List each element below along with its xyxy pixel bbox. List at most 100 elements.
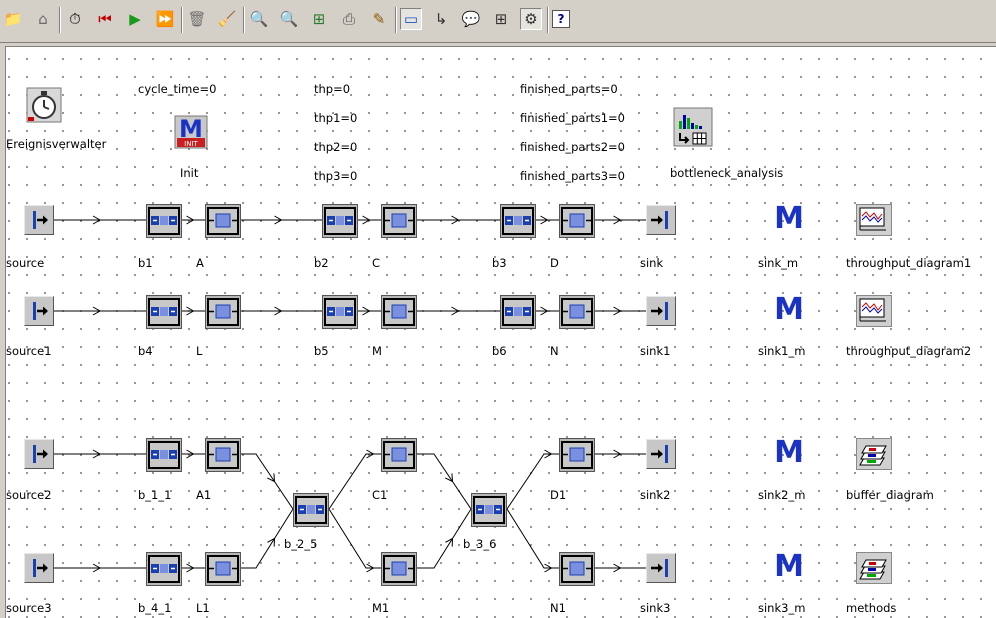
method-sink3-m-label: sink3_m <box>758 601 806 615</box>
buffer-b3-icon[interactable] <box>500 204 536 238</box>
delete-icon[interactable]: 🗑 <box>186 8 208 30</box>
sink1-label: sink1 <box>640 344 671 358</box>
method-sink3-m-icon[interactable]: M <box>772 552 806 582</box>
throughput-diagram2-label: throughput_diagram2 <box>846 344 972 358</box>
home-icon[interactable]: ⌂ <box>32 8 54 30</box>
reset-icon[interactable]: ⏮ <box>94 8 116 30</box>
init-method-icon[interactable]: M INIT <box>174 115 208 149</box>
cycle-time-variable[interactable]: cycle_time=0 <box>138 82 216 96</box>
print-icon[interactable]: ⎙ <box>338 8 360 30</box>
comment-icon[interactable]: 💬 <box>460 8 482 30</box>
layout-icon[interactable]: ⊞ <box>308 8 330 30</box>
methods-label: methods <box>846 601 897 615</box>
station-l-label: L <box>196 344 203 358</box>
station-l-icon[interactable] <box>205 295 241 329</box>
buffer-b6-label: b6 <box>492 344 507 358</box>
toolbar: 📁 ⌂ ⏱ ⏮ ▶ ⏩ 🗑 🧹 🔍 🔍 ⊞ ⎙ ✎ ▭ ↳ 💬 ⊞ ⚙ ? <box>0 0 996 43</box>
station-m-label: M <box>372 344 382 358</box>
station-n-label: N <box>550 344 559 358</box>
connector-icon[interactable]: ↳ <box>430 8 452 30</box>
method-sink2-m-icon[interactable]: M <box>772 438 806 468</box>
source-icon[interactable] <box>24 205 54 235</box>
buffer-b-3-6-label: b_3_6 <box>463 537 497 551</box>
zoom-out-icon[interactable]: 🔍 <box>278 8 300 30</box>
sink2-icon[interactable] <box>646 439 676 469</box>
station-n1-icon[interactable] <box>559 552 595 586</box>
station-m-icon[interactable] <box>381 295 417 329</box>
buffer-b-4-1-label: b_4_1 <box>138 601 172 615</box>
clean-icon[interactable]: 🧹 <box>216 8 238 30</box>
thp3-variable[interactable]: thp3=0 <box>314 169 357 183</box>
buffer-b4-icon[interactable] <box>146 295 182 329</box>
buffer-b-1-1-icon[interactable] <box>146 438 182 472</box>
station-m1-icon[interactable] <box>381 552 417 586</box>
buffer-b-2-5-icon[interactable] <box>293 493 329 527</box>
fast-forward-icon[interactable]: ⏩ <box>154 8 176 30</box>
toolbar-separator <box>243 7 245 33</box>
methods-icon[interactable] <box>856 552 892 584</box>
station-d1-label: D1 <box>550 488 567 502</box>
thp2-variable[interactable]: thp2=0 <box>314 140 357 154</box>
toolbar-separator <box>547 7 549 33</box>
station-n-icon[interactable] <box>559 295 595 329</box>
pencil-icon[interactable]: ✎ <box>368 8 390 30</box>
grid-icon[interactable]: ⊞ <box>490 8 512 30</box>
throughput-diagram2-icon[interactable] <box>856 295 892 327</box>
sink-icon[interactable] <box>646 205 676 235</box>
station-c-icon[interactable] <box>381 204 417 238</box>
source1-icon[interactable] <box>24 296 54 326</box>
sink3-icon[interactable] <box>646 553 676 583</box>
bottleneck-analysis-icon[interactable] <box>673 107 713 147</box>
sink3-label: sink3 <box>640 601 671 615</box>
play-icon[interactable]: ▶ <box>124 8 146 30</box>
buffer-b1-icon[interactable] <box>146 204 182 238</box>
sink1-icon[interactable] <box>646 296 676 326</box>
buffer-diagram-icon[interactable] <box>856 438 892 470</box>
help-icon[interactable]: ? <box>552 10 570 28</box>
buffer-b-4-1-icon[interactable] <box>146 552 182 586</box>
buffer-b1-label: b1 <box>138 256 153 270</box>
init-label: Init <box>180 166 199 180</box>
station-l1-icon[interactable] <box>205 552 241 586</box>
station-c1-icon[interactable] <box>381 438 417 472</box>
finished-parts1-variable[interactable]: finished_parts1=0 <box>520 111 625 125</box>
buffer-b6-icon[interactable] <box>500 295 536 329</box>
connector-line <box>506 508 559 569</box>
connector-line <box>328 508 381 569</box>
station-a-icon[interactable] <box>205 204 241 238</box>
bottleneck-analysis-label: bottleneck_analysis <box>670 166 784 180</box>
clock-icon[interactable]: ⏱ <box>64 8 86 30</box>
method-sink-m-icon[interactable]: M <box>772 204 806 234</box>
zoom-in-icon[interactable]: 🔍 <box>248 8 270 30</box>
finished-parts2-variable[interactable]: finished_parts2=0 <box>520 140 625 154</box>
toolbar-separator <box>181 7 183 33</box>
station-a-label: A <box>196 256 204 270</box>
event-controller-icon[interactable] <box>26 87 62 123</box>
station-c-label: C <box>372 256 381 270</box>
buffer-b5-icon[interactable] <box>322 295 358 329</box>
source-label: source <box>6 256 45 270</box>
event-controller-label: Ereignisverwalter <box>6 137 107 151</box>
throughput-diagram1-icon[interactable] <box>856 204 892 236</box>
station-a1-label: A1 <box>196 488 212 502</box>
finished-parts3-variable[interactable]: finished_parts3=0 <box>520 169 625 183</box>
tools-icon[interactable]: ⚙ <box>520 8 542 30</box>
station-m1-label: M1 <box>372 601 390 615</box>
buffer-b-2-5-label: b_2_5 <box>284 537 318 551</box>
method-sink-m-label: sink_m <box>758 256 799 270</box>
thp-variable[interactable]: thp=0 <box>314 82 350 96</box>
sink2-label: sink2 <box>640 488 671 502</box>
thp1-variable[interactable]: thp1=0 <box>314 111 357 125</box>
station-d-icon[interactable] <box>559 204 595 238</box>
source3-icon[interactable] <box>24 553 54 583</box>
source2-icon[interactable] <box>24 439 54 469</box>
open-folder-icon[interactable]: 📁 <box>2 8 24 30</box>
eraser-icon[interactable]: ▭ <box>400 8 422 30</box>
finished-parts-variable[interactable]: finished_parts=0 <box>520 82 618 96</box>
model-canvas[interactable]: cycle_time=0 thp=0 thp1=0 thp2=0 thp3=0 … <box>5 46 996 618</box>
method-sink1-m-icon[interactable]: M <box>772 295 806 325</box>
station-a1-icon[interactable] <box>205 438 241 472</box>
buffer-b-3-6-icon[interactable] <box>471 493 507 527</box>
buffer-b2-icon[interactable] <box>322 204 358 238</box>
station-d1-icon[interactable] <box>559 438 595 472</box>
